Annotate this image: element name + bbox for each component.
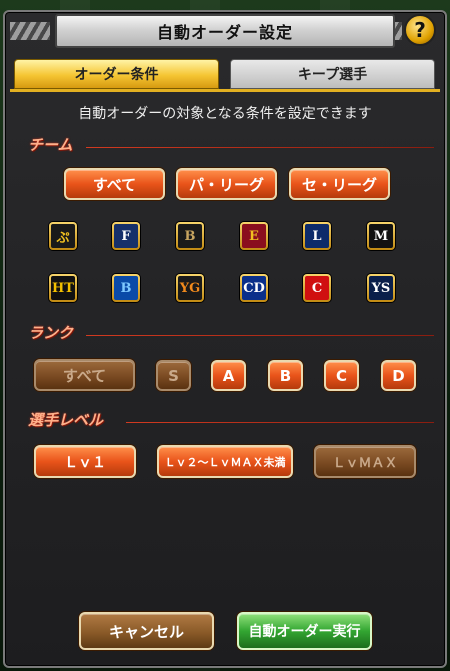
rank-all-button[interactable]: すべて — [34, 359, 135, 391]
carp-logo-icon: C — [305, 276, 329, 300]
rank-c-button[interactable]: C — [324, 360, 359, 391]
team-filter-pacific-button[interactable]: パ・リーグ — [176, 168, 277, 200]
level-lvmax-button[interactable]: ＬｖＭＡＸ — [314, 445, 416, 478]
team-button[interactable]: L — [303, 222, 331, 250]
rank-d-button[interactable]: D — [381, 360, 416, 391]
team-button[interactable]: ぷ — [49, 222, 77, 250]
buffaloes-logo-icon: B — [178, 224, 202, 248]
tab-keep-players[interactable]: キープ選手 — [230, 59, 435, 89]
description-text: 自動オーダーの対象となる条件を設定できます — [78, 106, 372, 122]
team-section-header: チーム — [28, 134, 434, 154]
tab-underline — [10, 89, 440, 92]
team-button[interactable]: C — [303, 274, 331, 302]
team-filter-central-button[interactable]: セ・リーグ — [289, 168, 390, 200]
lions-logo-icon: L — [305, 224, 329, 248]
team-button[interactable]: F — [112, 222, 140, 250]
team-button[interactable]: B — [176, 222, 204, 250]
team-button[interactable]: B — [112, 274, 140, 302]
rank-s-button[interactable]: S — [156, 360, 191, 391]
giants-logo-icon: YG — [178, 276, 202, 300]
level-section-header: 選手レベル — [28, 409, 434, 429]
cancel-button[interactable]: キャンセル — [79, 612, 214, 650]
tigers-logo-icon: HT — [51, 276, 75, 300]
marines-logo-icon: M — [369, 224, 393, 248]
swallows-logo-icon: YS — [369, 276, 393, 300]
help-button[interactable]: ? — [404, 14, 436, 46]
team-button[interactable]: YS — [367, 274, 395, 302]
dragons-logo-icon: CD — [242, 276, 266, 300]
tab-bar: オーダー条件 キープ選手 — [14, 59, 435, 89]
tab-order-conditions[interactable]: オーダー条件 — [14, 59, 219, 89]
team-section-title: チーム — [28, 136, 73, 154]
rank-section-title: ランク — [28, 324, 74, 342]
execute-auto-order-button[interactable]: 自動オーダー実行 — [237, 612, 372, 650]
fighters-logo-icon: F — [114, 224, 138, 248]
team-button[interactable]: YG — [176, 274, 204, 302]
rank-a-button[interactable]: A — [211, 360, 246, 391]
team-filter-all-button[interactable]: すべて — [64, 168, 165, 200]
level-section-title: 選手レベル — [28, 411, 104, 429]
level-lv1-button[interactable]: Ｌｖ１ — [34, 445, 136, 478]
eagles-logo-icon: E — [242, 224, 266, 248]
rank-section-header: ランク — [28, 322, 434, 342]
hawks-logo-icon: ぷ — [51, 224, 75, 248]
dialog-title: 自動オーダー設定 — [55, 14, 395, 48]
title-decoration-left — [10, 22, 50, 40]
team-button[interactable]: CD — [240, 274, 268, 302]
team-button[interactable]: M — [367, 222, 395, 250]
team-button[interactable]: HT — [49, 274, 77, 302]
baystars-logo-icon: B — [114, 276, 138, 300]
level-lv2-to-max-button[interactable]: Ｌｖ２～ＬｖＭＡＸ未満 — [157, 445, 293, 478]
team-button[interactable]: E — [240, 222, 268, 250]
rank-b-button[interactable]: B — [268, 360, 303, 391]
